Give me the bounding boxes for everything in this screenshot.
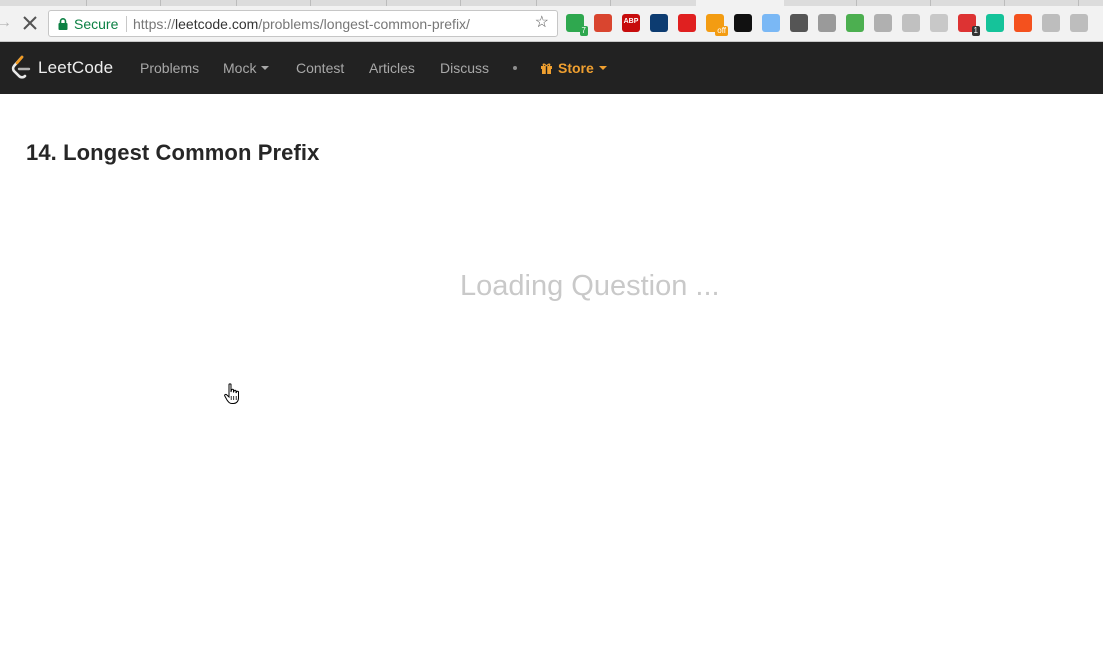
chevron-down-icon <box>598 66 607 71</box>
cloud-icon[interactable] <box>650 14 668 32</box>
extension-badge: 7 <box>579 26 588 36</box>
bolt-icon[interactable] <box>1070 14 1088 32</box>
wand-icon[interactable] <box>846 14 864 32</box>
nav-articles[interactable]: Articles <box>369 59 415 77</box>
gift-icon <box>541 63 552 74</box>
nav-discuss[interactable]: Discuss <box>440 59 489 77</box>
chevron-down-icon <box>261 66 270 71</box>
tab-icon[interactable] <box>734 14 752 32</box>
profile-icon[interactable] <box>1042 14 1060 32</box>
url-text[interactable]: https://leetcode.com/problems/longest-co… <box>133 16 470 32</box>
url-path: /problems/longest-common-prefix/ <box>258 16 470 32</box>
honey-off-icon[interactable]: off <box>706 14 728 36</box>
hand-pointer-cursor-icon <box>224 383 239 404</box>
camera-icon[interactable] <box>902 14 920 32</box>
brand-name: LeetCode <box>38 58 114 77</box>
problem-title: 14. Longest Common Prefix <box>26 140 320 165</box>
forward-icon[interactable]: → <box>0 13 12 33</box>
nav-contest[interactable]: Contest <box>296 59 344 77</box>
omnibox-divider <box>126 16 127 32</box>
url-scheme: https:// <box>133 16 176 32</box>
santa-icon[interactable] <box>594 14 612 32</box>
adblock-plus-icon[interactable]: ABP <box>622 14 640 32</box>
stop-loading-button[interactable] <box>20 13 40 33</box>
grammarly-like-icon[interactable]: 7 <box>566 14 588 36</box>
nav-mock-label: Mock <box>223 60 257 76</box>
nav-dot-separator <box>513 66 517 70</box>
loading-message: Loading Question ... <box>460 270 720 302</box>
snowflake-icon[interactable] <box>762 14 780 32</box>
extension-badge: 1 <box>971 26 980 36</box>
nav-problems[interactable]: Problems <box>140 59 199 77</box>
cast-icon[interactable] <box>790 14 808 32</box>
favorite-icon[interactable] <box>1014 14 1032 32</box>
nav-store[interactable]: Store <box>541 59 607 77</box>
grammarly-icon[interactable] <box>986 14 1004 32</box>
extension-label: ABP <box>623 18 639 25</box>
nav-store-label: Store <box>558 60 594 76</box>
address-bar[interactable]: Secure https://leetcode.com/problems/lon… <box>48 10 558 37</box>
refresh-ext-icon[interactable] <box>930 14 948 32</box>
close-icon <box>23 16 37 30</box>
hanger-icon[interactable] <box>818 14 836 32</box>
browser-toolbar: → Secure https://leetcode.com/problems/l… <box>0 6 1103 42</box>
todo-icon[interactable]: 1 <box>958 14 980 36</box>
nav-mock[interactable]: Mock <box>223 59 270 77</box>
lock-icon <box>58 18 68 30</box>
site-navbar: LeetCode Problems Mock Contest Articles … <box>0 42 1103 94</box>
extension-badge: off <box>715 26 728 36</box>
security-label: Secure <box>74 16 119 32</box>
drive-icon[interactable] <box>874 14 892 32</box>
leetcode-logo[interactable]: LeetCode <box>10 55 120 81</box>
shield-icon[interactable] <box>678 14 696 32</box>
url-host: leetcode.com <box>175 16 259 32</box>
bookmark-star-icon[interactable]: ☆ <box>535 14 549 32</box>
leetcode-logo-icon <box>11 55 31 79</box>
